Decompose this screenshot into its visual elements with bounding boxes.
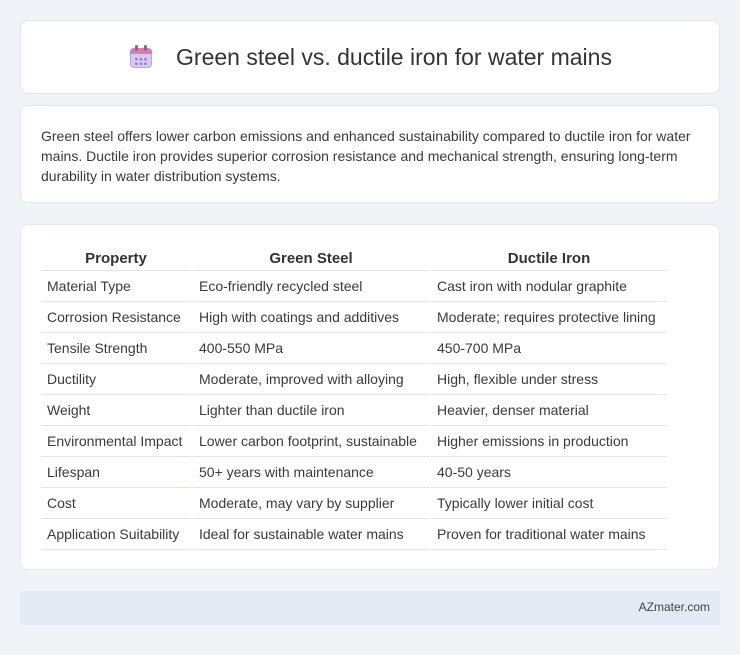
table-cell: Corrosion Resistance — [41, 302, 191, 333]
table-body: Material Type Eco-friendly recycled steel… — [41, 271, 667, 550]
table-cell: Material Type — [41, 271, 191, 302]
page-title: Green steel vs. ductile iron for water m… — [176, 43, 612, 70]
table-cell: Moderate; requires protective lining — [431, 302, 667, 333]
header-green-steel: Green Steel — [193, 245, 429, 271]
table-cell: Moderate, may vary by supplier — [193, 488, 429, 519]
calendar-icon — [128, 44, 154, 70]
table-cell: 50+ years with maintenance — [193, 457, 429, 488]
table-cell: Lifespan — [41, 457, 191, 488]
header-property: Property — [41, 245, 191, 271]
table-cell: Ideal for sustainable water mains — [193, 519, 429, 550]
table-cell: 400-550 MPa — [193, 333, 429, 364]
table-card: Property Green Steel Ductile Iron Materi… — [20, 224, 720, 570]
table-cell: Higher emissions in production — [431, 426, 667, 457]
table-cell: Application Suitability — [41, 519, 191, 550]
table-cell: Tensile Strength — [41, 333, 191, 364]
table-cell: Lighter than ductile iron — [193, 395, 429, 426]
table-row: Lifespan 50+ years with maintenance 40-50 … — [41, 457, 667, 488]
table-row: Application Suitability Ideal for sustain… — [41, 519, 667, 550]
table-cell: Cast iron with nodular graphite — [431, 271, 667, 302]
table-cell: Cost — [41, 488, 191, 519]
table-cell: Typically lower initial cost — [431, 488, 667, 519]
table-row: Corrosion Resistance High with coatings a… — [41, 302, 667, 333]
table-row: Material Type Eco-friendly recycled steel… — [41, 271, 667, 302]
footer: AZmater.com — [20, 591, 720, 625]
table-row: Environmental Impact Lower carbon footpri… — [41, 426, 667, 457]
table-cell: Proven for traditional water mains — [431, 519, 667, 550]
table-cell: Weight — [41, 395, 191, 426]
footer-brand: AZmater.com — [638, 600, 710, 614]
comparison-table: Property Green Steel Ductile Iron Materi… — [39, 245, 669, 550]
table-cell: High with coatings and additives — [193, 302, 429, 333]
table-row: Ductility Moderate, improved with alloyin… — [41, 364, 667, 395]
table-row: Tensile Strength 400-550 MPa 450-700 MPa — [41, 333, 667, 364]
table-cell: High, flexible under stress — [431, 364, 667, 395]
header-ductile-iron: Ductile Iron — [431, 245, 667, 271]
intro-card: Green steel offers lower carbon emission… — [20, 105, 720, 203]
table-cell: Environmental Impact — [41, 426, 191, 457]
table-cell: Heavier, denser material — [431, 395, 667, 426]
table-cell: Eco-friendly recycled steel — [193, 271, 429, 302]
title-wrap: Green steel vs. ductile iron for water m… — [128, 44, 612, 71]
title-card: Green steel vs. ductile iron for water m… — [20, 20, 720, 94]
table-row: Cost Moderate, may vary by supplier Typica… — [41, 488, 667, 519]
table-cell: Ductility — [41, 364, 191, 395]
intro-text: Green steel offers lower carbon emission… — [41, 128, 691, 184]
table-cell: 40-50 years — [431, 457, 667, 488]
table-cell: 450-700 MPa — [431, 333, 667, 364]
table-header-row: Property Green Steel Ductile Iron — [41, 245, 667, 271]
table-row: Weight Lighter than ductile iron Heavier, … — [41, 395, 667, 426]
table-cell: Moderate, improved with alloying — [193, 364, 429, 395]
table-cell: Lower carbon footprint, sustainable — [193, 426, 429, 457]
